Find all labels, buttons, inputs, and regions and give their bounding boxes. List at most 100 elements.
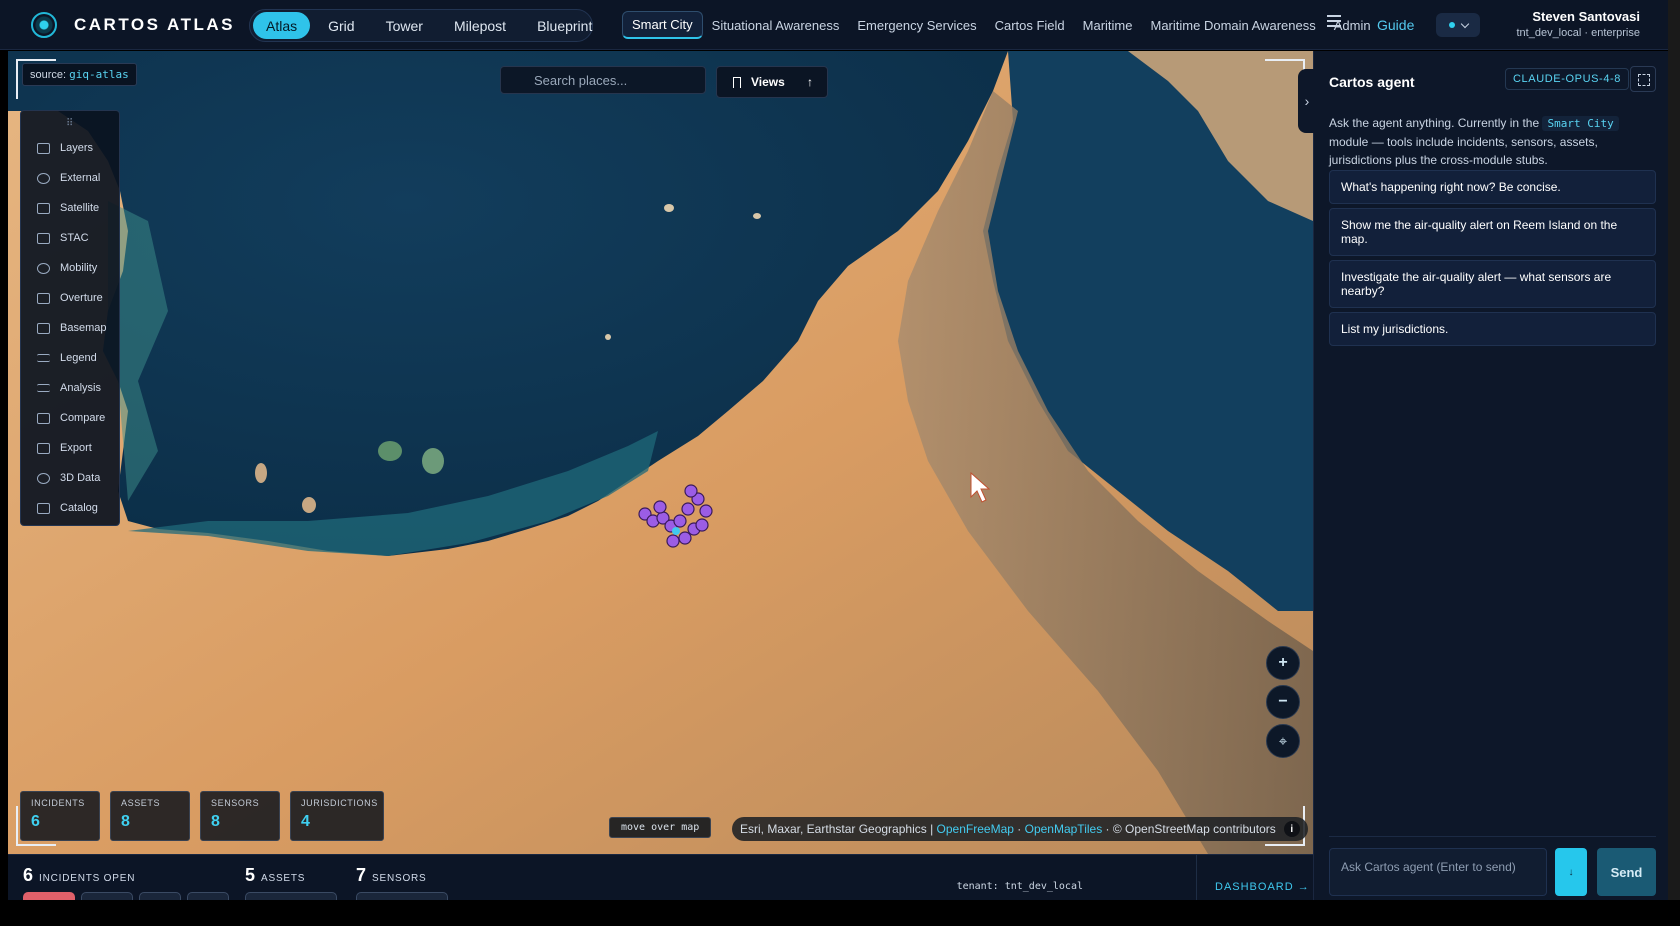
- tool-label: Catalog: [60, 502, 98, 514]
- send-button[interactable]: Send: [1597, 848, 1656, 896]
- module-smart-city[interactable]: Smart City: [622, 11, 703, 39]
- tool-basemap[interactable]: Basemap: [21, 313, 119, 343]
- stat-label: SENSORS: [211, 798, 260, 808]
- collapse-panel-button[interactable]: ›: [1298, 69, 1316, 133]
- tool-label: 3D Data: [60, 472, 101, 484]
- bottom-status-bar: 6 INCIDENTS OPEN 5 ASSETS 7 SENSORS tena…: [8, 854, 1313, 902]
- module-nav: Smart City Situational Awareness Emergen…: [622, 10, 1380, 40]
- suggestion-button[interactable]: Investigate the air-quality alert — what…: [1329, 260, 1656, 308]
- views-button[interactable]: Views ↑: [716, 66, 828, 98]
- dashboard-link[interactable]: DASHBOARD →: [1215, 881, 1310, 893]
- mode-grid[interactable]: Grid: [315, 12, 367, 39]
- assets-label: ASSETS: [261, 873, 306, 884]
- mode-atlas[interactable]: Atlas: [253, 12, 311, 39]
- user-tenant: tnt_dev_local · enterprise: [1516, 27, 1640, 39]
- window-edge: [1668, 0, 1680, 900]
- desc-prefix: Ask the agent anything. Currently in the: [1329, 116, 1540, 130]
- mobility-icon: [37, 262, 50, 274]
- incidents-open-summary[interactable]: 6 INCIDENTS OPEN: [23, 865, 135, 886]
- stat-label: ASSETS: [121, 798, 161, 808]
- tool-stac[interactable]: STAC: [21, 223, 119, 253]
- incidents-label: INCIDENTS OPEN: [39, 873, 136, 884]
- tool-legend[interactable]: Legend: [21, 343, 119, 373]
- mode-milepost[interactable]: Milepost: [441, 12, 519, 39]
- search-input[interactable]: [501, 67, 705, 93]
- globe-icon: [37, 172, 50, 184]
- zoom-out-button[interactable]: −: [1266, 685, 1300, 719]
- tool-export[interactable]: Export: [21, 433, 119, 463]
- tool-label: STAC: [60, 232, 89, 244]
- stat-assets[interactable]: ASSETS 8: [110, 791, 190, 841]
- stat-value: 6: [31, 813, 40, 830]
- module-emergency-services[interactable]: Emergency Services: [848, 11, 985, 39]
- list-icon: [37, 354, 50, 362]
- voice-button[interactable]: ↓: [1555, 848, 1587, 896]
- stat-jurisdictions[interactable]: JURISDICTIONS 4: [290, 791, 384, 841]
- cube-icon: [37, 472, 50, 484]
- agent-panel: › Cartos agent CLAUDE-OPUS-4-8 Ask the a…: [1298, 51, 1668, 900]
- export-icon: [37, 442, 50, 454]
- tool-mobility[interactable]: Mobility: [21, 253, 119, 283]
- tool-catalog[interactable]: Catalog: [21, 493, 119, 523]
- source-label: source:: [30, 69, 67, 81]
- tool-label: Basemap: [60, 322, 107, 334]
- user-menu[interactable]: Steven Santovasi tnt_dev_local · enterpr…: [1516, 9, 1640, 39]
- attribution-prefix: Esri, Maxar, Earthstar Geographics |: [740, 822, 934, 836]
- tool-label: Legend: [60, 352, 97, 364]
- map-icon: [37, 322, 50, 334]
- brand[interactable]: CARTOS ATLAS: [31, 12, 235, 38]
- sensors-summary[interactable]: 7 SENSORS: [356, 865, 427, 886]
- tool-label: Layers: [60, 142, 94, 154]
- logo-icon: [31, 12, 57, 38]
- module-maritime[interactable]: Maritime: [1074, 11, 1142, 39]
- tool-external[interactable]: External: [21, 163, 119, 193]
- search-box[interactable]: [500, 66, 706, 94]
- module-maritime-domain-awareness[interactable]: Maritime Domain Awareness: [1142, 11, 1325, 39]
- zoom-in-button[interactable]: +: [1266, 646, 1300, 680]
- openmaptiles-link[interactable]: OpenMapTiles: [1025, 822, 1103, 836]
- status-dropdown[interactable]: [1436, 13, 1480, 37]
- user-name: Steven Santovasi: [1532, 9, 1640, 24]
- sensors-label: SENSORS: [372, 873, 427, 884]
- model-badge[interactable]: CLAUDE-OPUS-4-8: [1505, 68, 1630, 90]
- mode-tower[interactable]: Tower: [373, 12, 436, 39]
- module-situational-awareness[interactable]: Situational Awareness: [703, 11, 849, 39]
- satellite-icon: [37, 202, 50, 214]
- tool-label: Overture: [60, 292, 103, 304]
- top-bar: CARTOS ATLAS Atlas Grid Tower Milepost B…: [0, 0, 1680, 50]
- window-edge: [0, 900, 1680, 926]
- chart-icon: [37, 384, 50, 392]
- stat-incidents[interactable]: INCIDENTS 6: [20, 791, 100, 841]
- stat-value: 4: [301, 813, 310, 830]
- tool-layers[interactable]: Layers: [21, 133, 119, 163]
- tool-rail: ⠿ Layers External Satellite STAC Mobilit…: [20, 110, 120, 526]
- expand-icon[interactable]: [1630, 66, 1656, 92]
- mode-blueprint[interactable]: Blueprint: [524, 12, 605, 39]
- source-tag: source: giq-atlas: [22, 63, 137, 86]
- divider: [1329, 836, 1656, 837]
- info-icon[interactable]: i: [1283, 821, 1300, 837]
- locate-button[interactable]: ⌖: [1266, 724, 1300, 758]
- tool-compare[interactable]: Compare: [21, 403, 119, 433]
- tool-analysis[interactable]: Analysis: [21, 373, 119, 403]
- assets-summary[interactable]: 5 ASSETS: [245, 865, 305, 886]
- map-canvas[interactable]: source: giq-atlas Views ↑ ⠿ Layers Exter…: [8, 51, 1313, 854]
- tool-satellite[interactable]: Satellite: [21, 193, 119, 223]
- layers-icon: [37, 142, 50, 154]
- sensors-count: 7: [356, 865, 367, 885]
- suggestion-button[interactable]: Show me the air-quality alert on Reem Is…: [1329, 208, 1656, 256]
- hamburger-icon[interactable]: [1327, 15, 1341, 29]
- tool-label: Analysis: [60, 382, 101, 394]
- guide-link[interactable]: Guide: [1377, 17, 1414, 33]
- suggestion-button[interactable]: List my jurisdictions.: [1329, 312, 1656, 346]
- mode-switcher: Atlas Grid Tower Milepost Blueprint: [249, 9, 593, 42]
- tool-3d-data[interactable]: 3D Data: [21, 463, 119, 493]
- suggestion-button[interactable]: What's happening right now? Be concise.: [1329, 170, 1656, 204]
- openfreemap-link[interactable]: OpenFreeMap: [937, 822, 1014, 836]
- module-cartos-field[interactable]: Cartos Field: [986, 11, 1074, 39]
- drag-handle-icon[interactable]: ⠿: [66, 118, 74, 129]
- tool-overture[interactable]: Overture: [21, 283, 119, 313]
- stat-sensors[interactable]: SENSORS 8: [200, 791, 280, 841]
- agent-input[interactable]: Ask Cartos agent (Enter to send): [1329, 848, 1547, 896]
- bookmark-icon: [733, 76, 741, 88]
